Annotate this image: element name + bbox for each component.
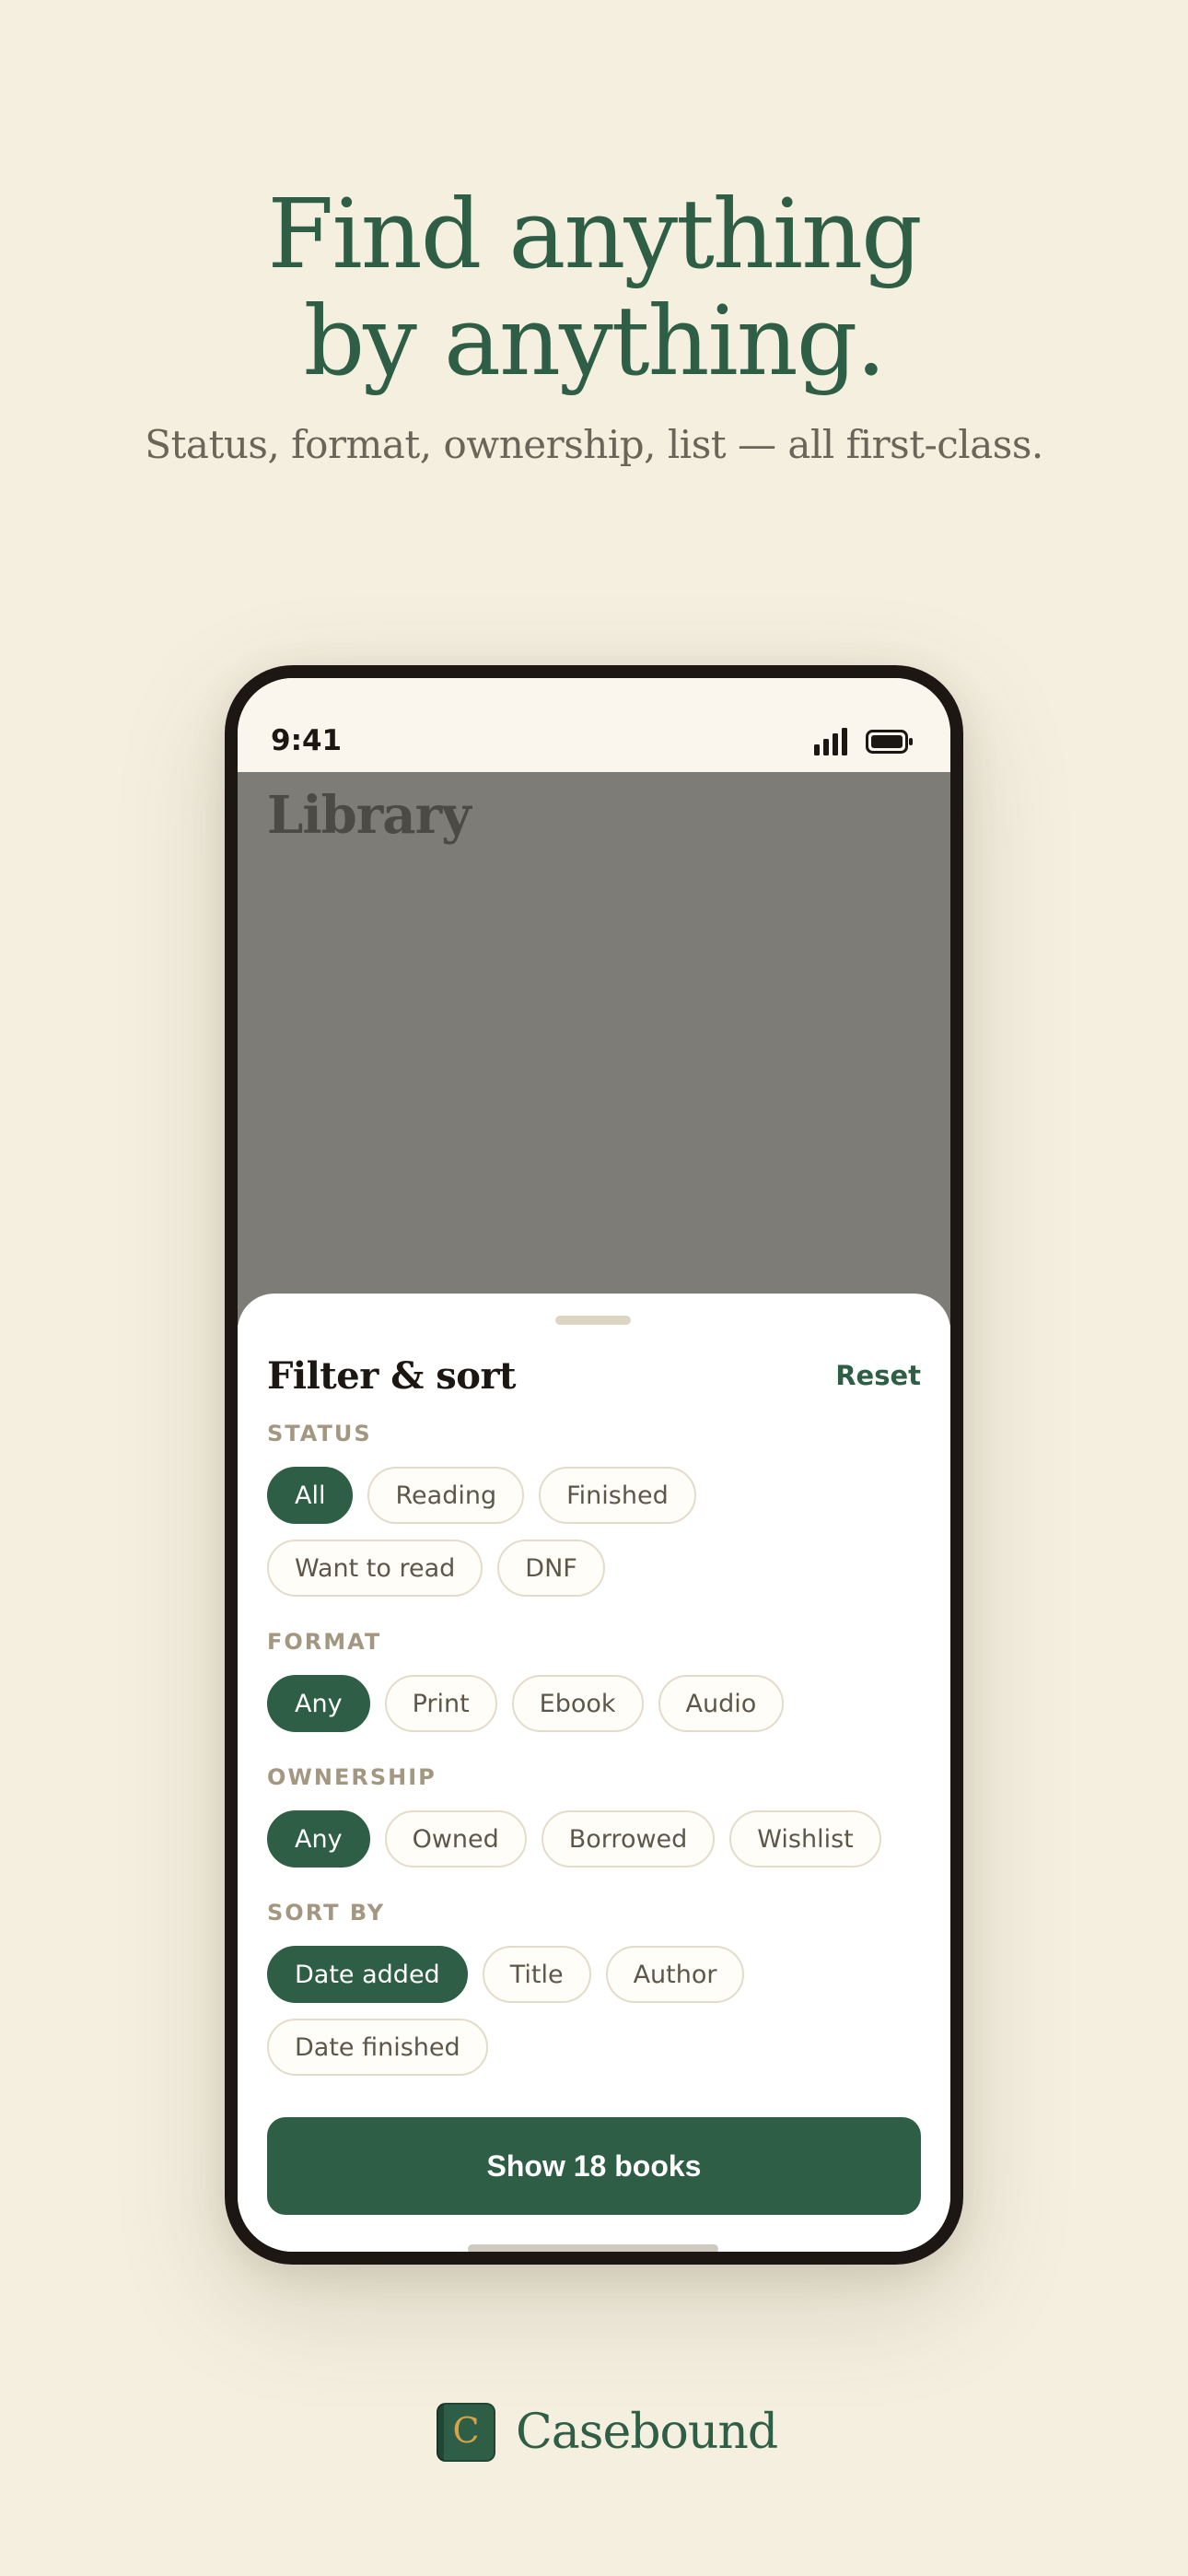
status-chip-row-2: Want to read DNF xyxy=(267,1540,605,1597)
sort-chip-date-finished[interactable]: Date finished xyxy=(267,2019,488,2076)
hero-headline: Find anything by anything. xyxy=(0,181,1188,394)
hero-headline-line-1: Find anything xyxy=(267,178,922,290)
home-indicator xyxy=(468,2244,718,2252)
sheet-title: Filter & sort xyxy=(267,1354,517,1398)
ownership-chip-wishlist[interactable]: Wishlist xyxy=(729,1810,881,1868)
status-chip-reading[interactable]: Reading xyxy=(367,1467,525,1524)
ownership-chip-any[interactable]: Any xyxy=(267,1810,370,1868)
ownership-chip-row: Any Owned Borrowed Wishlist xyxy=(267,1810,881,1868)
sort-chip-row-2: Date finished xyxy=(267,2019,488,2076)
hero-headline-line-2: by anything. xyxy=(303,285,887,397)
section-label-format: FORMAT xyxy=(267,1629,382,1655)
phone-screen: 9:41 Library Filter & sort Reset STATUS xyxy=(238,678,950,2252)
section-label-ownership: OWNERSHIP xyxy=(267,1764,437,1790)
format-chip-ebook[interactable]: Ebook xyxy=(511,1675,644,1732)
status-chip-row-1: All Reading Finished xyxy=(267,1467,696,1524)
hero-subhead: Status, format, ownership, list — all fi… xyxy=(145,422,1043,467)
sort-chip-date-added[interactable]: Date added xyxy=(267,1946,468,2003)
format-chip-print[interactable]: Print xyxy=(384,1675,497,1732)
reset-button[interactable]: Reset xyxy=(835,1360,921,1391)
sheet-grabber[interactable] xyxy=(555,1316,631,1325)
phone-frame: 9:41 Library Filter & sort Reset STATUS xyxy=(225,665,963,2265)
ownership-chip-borrowed[interactable]: Borrowed xyxy=(541,1810,716,1868)
status-chip-finished[interactable]: Finished xyxy=(539,1467,696,1524)
section-label-sort-by: SORT BY xyxy=(267,1900,386,1926)
casebound-logo-icon: C xyxy=(437,2403,495,2462)
status-time: 9:41 xyxy=(271,724,343,757)
format-chip-audio[interactable]: Audio xyxy=(658,1675,785,1732)
brand-lockup: C Casebound xyxy=(437,2403,778,2462)
section-label-status: STATUS xyxy=(267,1421,372,1446)
brand-logo-letter: C xyxy=(452,2410,480,2451)
filter-sort-sheet: Filter & sort Reset STATUS All Reading F… xyxy=(238,1294,950,2252)
status-chip-all[interactable]: All xyxy=(267,1467,354,1524)
status-chip-want-to-read[interactable]: Want to read xyxy=(267,1540,483,1597)
brand-name: Casebound xyxy=(516,2405,778,2460)
format-chip-row: Any Print Ebook Audio xyxy=(267,1675,785,1732)
cellular-signal-icon xyxy=(814,728,847,755)
library-backdrop[interactable]: Library xyxy=(238,772,950,1325)
status-chip-dnf[interactable]: DNF xyxy=(497,1540,605,1597)
sort-chip-title[interactable]: Title xyxy=(482,1946,591,2003)
battery-icon xyxy=(866,730,913,754)
show-books-button[interactable]: Show 18 books xyxy=(267,2117,921,2215)
library-title: Library xyxy=(267,785,472,846)
sort-chip-author[interactable]: Author xyxy=(605,1946,745,2003)
sort-chip-row-1: Date added Title Author xyxy=(267,1946,745,2003)
format-chip-any[interactable]: Any xyxy=(267,1675,370,1732)
status-bar: 9:41 xyxy=(238,678,950,772)
ownership-chip-owned[interactable]: Owned xyxy=(384,1810,527,1868)
